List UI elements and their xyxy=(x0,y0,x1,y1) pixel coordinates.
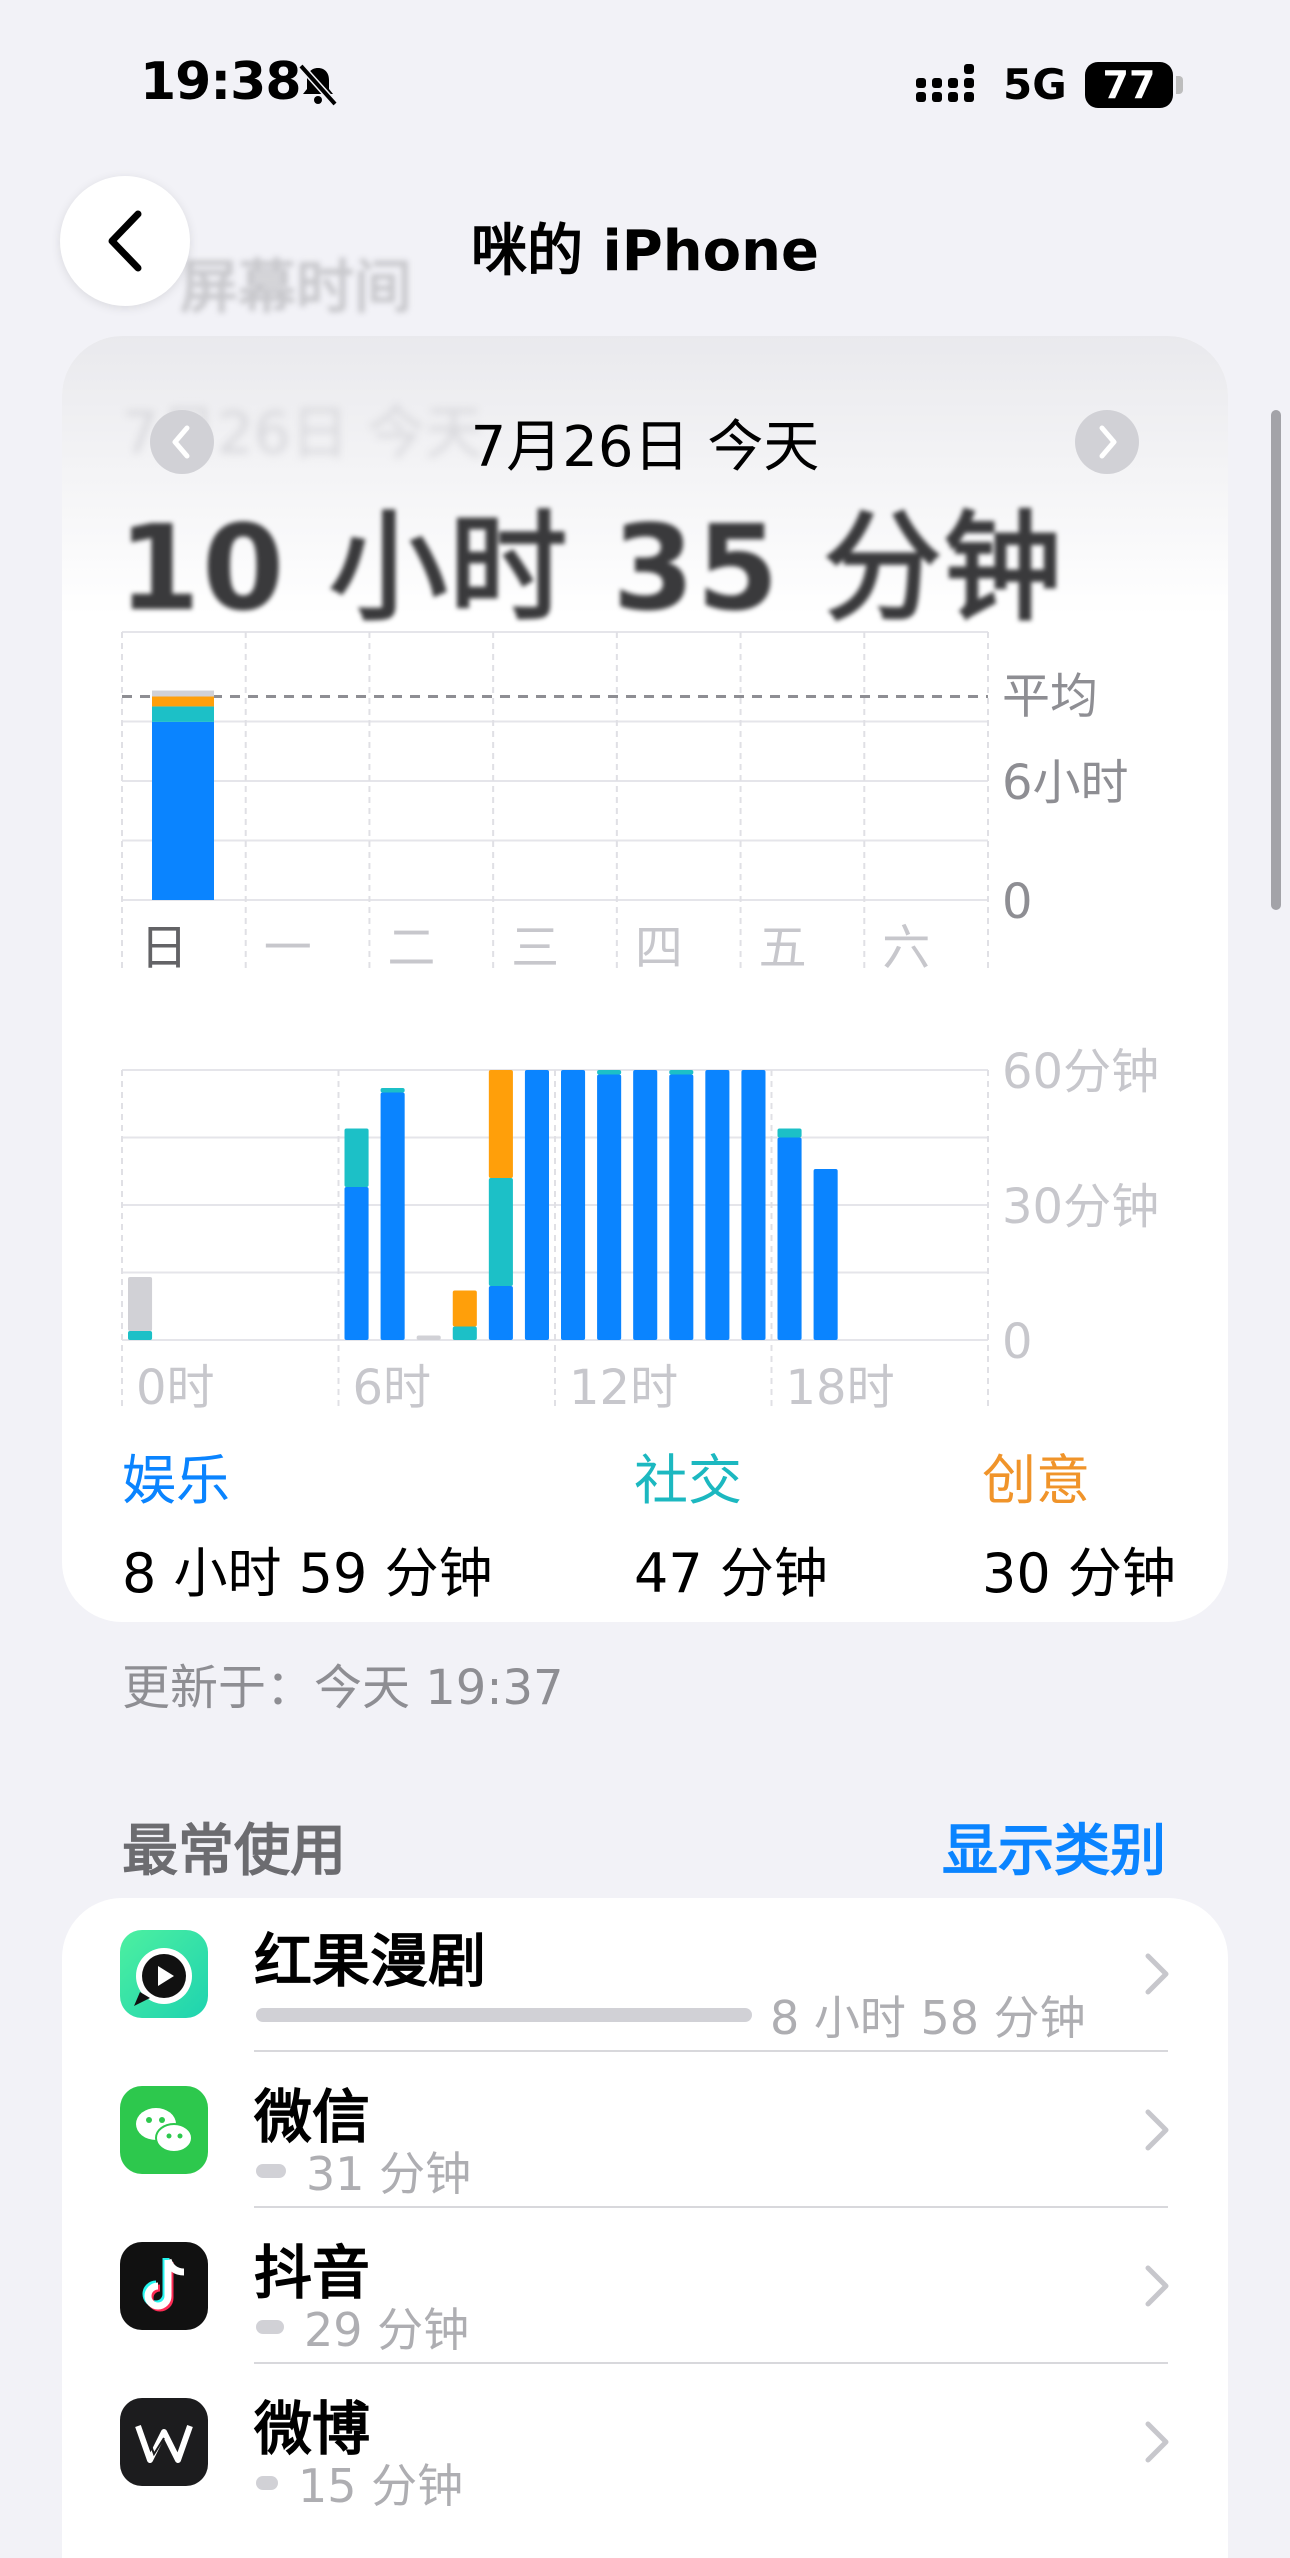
app-usage-time: 29 分钟 xyxy=(304,2303,470,2357)
legend-social[interactable]: 社交 47 分钟 xyxy=(634,1436,828,1608)
updated-time: 更新于：今天 19:37 xyxy=(122,1660,564,1716)
app-name: 红果漫剧 xyxy=(254,1927,487,1995)
usage-bar xyxy=(256,2476,278,2490)
app-row-weibo[interactable]: 微博 15 分钟 xyxy=(62,2366,1228,2522)
bar-segment xyxy=(813,1169,838,1340)
chevron-right-icon xyxy=(1145,1953,1169,1995)
x-tick-label: 18时 xyxy=(786,1360,895,1416)
legend-category: 娱乐 xyxy=(122,1449,230,1512)
weibo-icon xyxy=(120,2398,208,2486)
bar-segment xyxy=(128,1277,153,1331)
app-row-hongguo[interactable]: 红果漫剧 8 小时 58 分钟 xyxy=(62,1898,1228,2054)
bar-segment xyxy=(344,1187,369,1340)
legend-entertainment[interactable]: 娱乐 8 小时 59 分钟 xyxy=(122,1436,493,1608)
app-usage-time: 15 分钟 xyxy=(298,2459,464,2513)
bar-segment xyxy=(633,1070,658,1340)
bar-segment xyxy=(380,1092,405,1340)
divider xyxy=(254,2206,1168,2208)
app-usage-time: 8 小时 58 分钟 xyxy=(770,1991,1086,2045)
signal-icon xyxy=(916,64,974,102)
usage-bar xyxy=(256,2008,752,2022)
bar-segment xyxy=(777,1137,802,1340)
y-tick-label: 0 xyxy=(1002,1314,1033,1370)
bar-segment xyxy=(705,1070,730,1340)
most-used-list: 红果漫剧 8 小时 58 分钟 微信 31 分钟 抖音 29 分钟 微博 15 … xyxy=(62,1898,1228,2558)
usage-bar xyxy=(256,2320,284,2334)
chevron-right-icon xyxy=(1145,2265,1169,2307)
bar-segment xyxy=(524,1070,549,1340)
hourly-usage-chart[interactable]: 60分钟 30分钟 0 0时 6时 12时 18时 xyxy=(62,336,1228,1436)
section-title-most-used: 最常使用 xyxy=(122,1819,346,1884)
wechat-icon xyxy=(120,2086,208,2174)
bar-segment xyxy=(452,1290,477,1327)
douyin-icon xyxy=(120,2242,208,2330)
legend-category: 社交 xyxy=(634,1449,742,1512)
app-row-wechat[interactable]: 微信 31 分钟 xyxy=(62,2054,1228,2210)
x-tick-label: 0时 xyxy=(136,1360,215,1416)
bar-segment xyxy=(777,1128,802,1138)
page-title: 咪的 iPhone xyxy=(471,219,819,284)
usage-bar xyxy=(256,2164,286,2178)
bar-segment xyxy=(416,1335,441,1340)
show-categories-button[interactable]: 显示类别 xyxy=(942,1806,1166,1887)
battery-indicator: 77 xyxy=(1085,62,1173,108)
bar-segment xyxy=(128,1331,153,1340)
app-row-douyin[interactable]: 抖音 29 分钟 xyxy=(62,2210,1228,2366)
bar-segment xyxy=(488,1070,513,1178)
legend-time: 47 分钟 xyxy=(634,1542,828,1605)
status-time: 19:38 xyxy=(140,52,302,112)
bar-segment xyxy=(597,1074,622,1340)
bar-segment xyxy=(488,1178,513,1286)
bar-segment xyxy=(561,1070,586,1340)
usage-card: 7月26日 今天 7月26日 今天 10 小时 35 分钟 平均 6小时 0 日一二三… xyxy=(62,336,1228,1622)
divider xyxy=(254,2050,1168,2052)
divider xyxy=(254,2362,1168,2364)
legend-time: 30 分钟 xyxy=(982,1542,1176,1605)
legend-category: 创意 xyxy=(982,1449,1090,1512)
bar-segment xyxy=(669,1074,694,1340)
bar-segment xyxy=(488,1286,513,1340)
bar-segment xyxy=(597,1070,622,1075)
scrollbar[interactable] xyxy=(1271,410,1281,910)
bell-slash-icon xyxy=(298,63,338,107)
bar-segment xyxy=(452,1326,477,1340)
bar-segment xyxy=(669,1070,694,1075)
chevron-right-icon xyxy=(1145,2109,1169,2151)
x-tick-label: 12时 xyxy=(569,1360,678,1416)
x-tick-label: 6时 xyxy=(353,1360,432,1416)
hongguo-icon xyxy=(120,1930,208,2018)
bar-segment xyxy=(380,1088,405,1093)
legend-creativity[interactable]: 创意 30 分钟 xyxy=(982,1436,1176,1608)
battery-tip xyxy=(1176,76,1183,94)
y-tick-label: 60分钟 xyxy=(1002,1044,1159,1100)
chevron-right-icon xyxy=(1145,2421,1169,2463)
bar-segment xyxy=(741,1070,766,1340)
legend-time: 8 小时 59 分钟 xyxy=(122,1542,493,1605)
bar-segment xyxy=(344,1128,369,1187)
app-usage-time: 31 分钟 xyxy=(306,2147,472,2201)
y-tick-label: 30分钟 xyxy=(1002,1179,1159,1235)
network-type: 5G xyxy=(1003,60,1067,109)
